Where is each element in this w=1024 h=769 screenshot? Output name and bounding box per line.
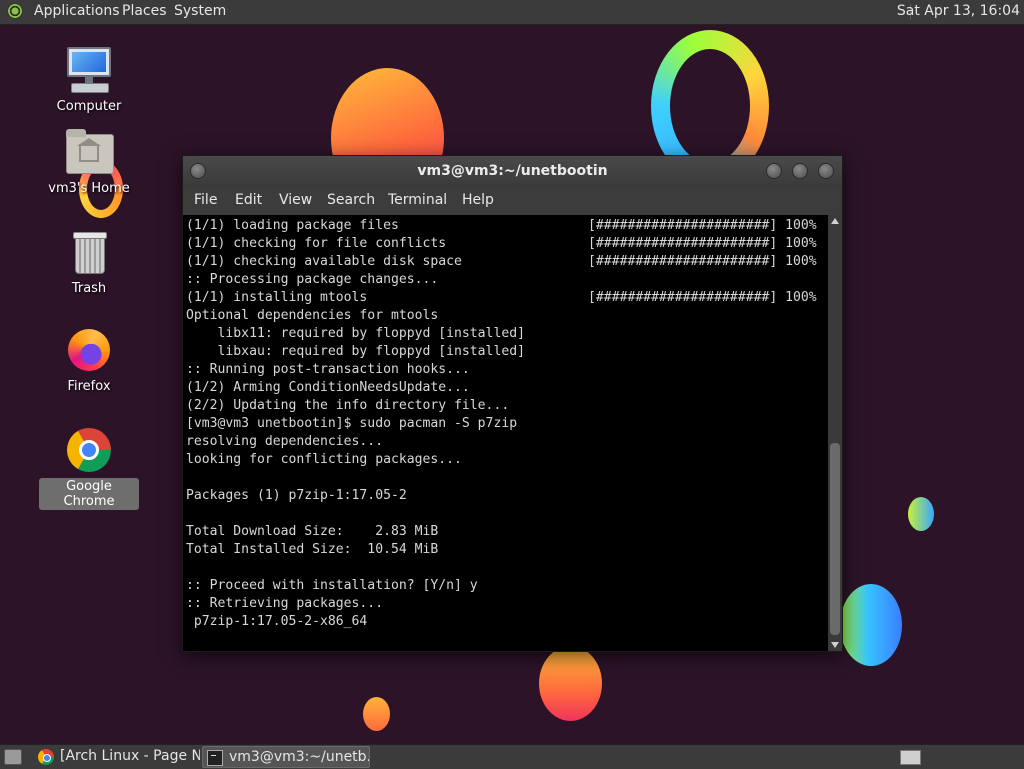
taskbar-item-label: [Arch Linux - Page N... — [60, 748, 200, 764]
desktop-icon-home[interactable]: vm3's Home — [39, 128, 139, 197]
terminal-line: (1/2) Arming ConditionNeedsUpdate... — [186, 380, 470, 395]
desktop-icon-chrome[interactable]: Google Chrome — [39, 426, 139, 510]
terminal-line: Total Installed Size: 10.54 MiB — [186, 542, 439, 557]
terminal-line: libxau: required by floppyd [installed] — [186, 344, 525, 359]
terminal-line: Packages (1) p7zip-1:17.05-2 — [186, 488, 407, 503]
terminal-output[interactable]: (1/1) loading package files [###########… — [183, 215, 826, 651]
workspace-switcher[interactable] — [900, 750, 921, 765]
terminal-line: (1/1) checking available disk space [###… — [186, 254, 817, 269]
taskbar-item-terminal[interactable]: vm3@vm3:~/unetb... — [202, 746, 370, 768]
close-button[interactable] — [818, 163, 834, 179]
distro-logo-icon[interactable] — [7, 3, 23, 19]
maximize-button[interactable] — [792, 163, 808, 179]
wallpaper-orange-small — [363, 697, 390, 731]
terminal-line: looking for conflicting packages... — [186, 452, 462, 467]
desktop-icon-trash[interactable]: Trash — [39, 228, 139, 297]
terminal-line: (1/1) installing mtools [###############… — [186, 290, 817, 305]
trash-icon — [65, 228, 113, 276]
terminal-line: [vm3@vm3 unetbootin]$ sudo pacman -S p7z… — [186, 416, 518, 431]
desktop-icon-label: Trash — [71, 281, 107, 296]
system-menu[interactable]: System — [174, 3, 226, 19]
desktop-icon-firefox[interactable]: Firefox — [39, 326, 139, 395]
places-menu[interactable]: Places — [122, 3, 167, 19]
terminal-window: vm3@vm3:~/unetbootin File Edit View Sear… — [182, 155, 843, 652]
terminal-line: :: Running post-transaction hooks... — [186, 362, 470, 377]
terminal-line: (1/1) checking for file conflicts [#####… — [186, 236, 817, 251]
minimize-button[interactable] — [766, 163, 782, 179]
terminal-line: (1/1) loading package files [###########… — [186, 218, 817, 233]
terminal-text: (1/1) loading package files [###########… — [183, 215, 826, 631]
taskbar-item-label: vm3@vm3:~/unetb... — [229, 749, 370, 765]
terminal-line: p7zip-1:17.05-2-x86_64 — [186, 614, 368, 629]
wallpaper-orange-oval-bottom — [539, 646, 602, 721]
terminal-line: :: Proceed with installation? [Y/n] y — [186, 578, 478, 593]
desktop-icon-label: Google Chrome — [39, 478, 139, 510]
menu-edit[interactable]: Edit — [235, 192, 262, 208]
desktop-icon-label: Computer — [56, 99, 122, 114]
chrome-icon — [65, 426, 113, 474]
menu-terminal[interactable]: Terminal — [388, 192, 447, 208]
window-titlebar[interactable]: vm3@vm3:~/unetbootin — [183, 156, 842, 186]
applications-menu[interactable]: Applications — [34, 3, 120, 19]
home-folder-icon — [65, 128, 114, 176]
bottom-panel: [Arch Linux - Page N... vm3@vm3:~/unetb.… — [0, 744, 1024, 769]
menu-file[interactable]: File — [194, 192, 217, 208]
menu-view[interactable]: View — [279, 192, 312, 208]
wallpaper-blue-oval — [840, 584, 902, 666]
terminal-line: libx11: required by floppyd [installed] — [186, 326, 525, 341]
terminal-menubar: File Edit View Search Terminal Help — [183, 186, 842, 215]
terminal-line: :: Retrieving packages... — [186, 596, 384, 611]
terminal-line: (2/2) Updating the info directory file..… — [186, 398, 510, 413]
clock[interactable]: Sat Apr 13, 16:04 — [897, 3, 1020, 19]
terminal-line: :: Processing package changes... — [186, 272, 439, 287]
top-panel: Applications Places System Sat Apr 13, 1… — [0, 0, 1024, 25]
scroll-down-arrow-icon[interactable] — [831, 642, 839, 648]
firefox-icon — [65, 326, 113, 374]
scroll-up-arrow-icon[interactable] — [831, 218, 839, 224]
terminal-icon — [207, 750, 223, 766]
chrome-icon — [38, 749, 54, 765]
desktop-icon-label: Firefox — [67, 379, 111, 394]
desktop-icon-computer[interactable]: Computer — [39, 46, 139, 115]
terminal-line: resolving dependencies... — [186, 434, 384, 449]
window-title: vm3@vm3:~/unetbootin — [417, 163, 608, 179]
wallpaper-small-oval — [908, 497, 934, 531]
window-menu-button[interactable] — [190, 163, 206, 179]
taskbar-item-chrome[interactable]: [Arch Linux - Page N... — [34, 746, 200, 768]
computer-icon — [65, 46, 113, 94]
desktop-icon-label: vm3's Home — [48, 181, 130, 196]
menu-help[interactable]: Help — [462, 192, 494, 208]
scrollbar-thumb[interactable] — [830, 443, 840, 635]
menu-search[interactable]: Search — [327, 192, 375, 208]
terminal-scrollbar[interactable] — [828, 215, 842, 651]
terminal-line: Optional dependencies for mtools — [186, 308, 439, 323]
show-desktop-icon[interactable] — [4, 749, 22, 765]
terminal-line: Total Download Size: 2.83 MiB — [186, 524, 439, 539]
